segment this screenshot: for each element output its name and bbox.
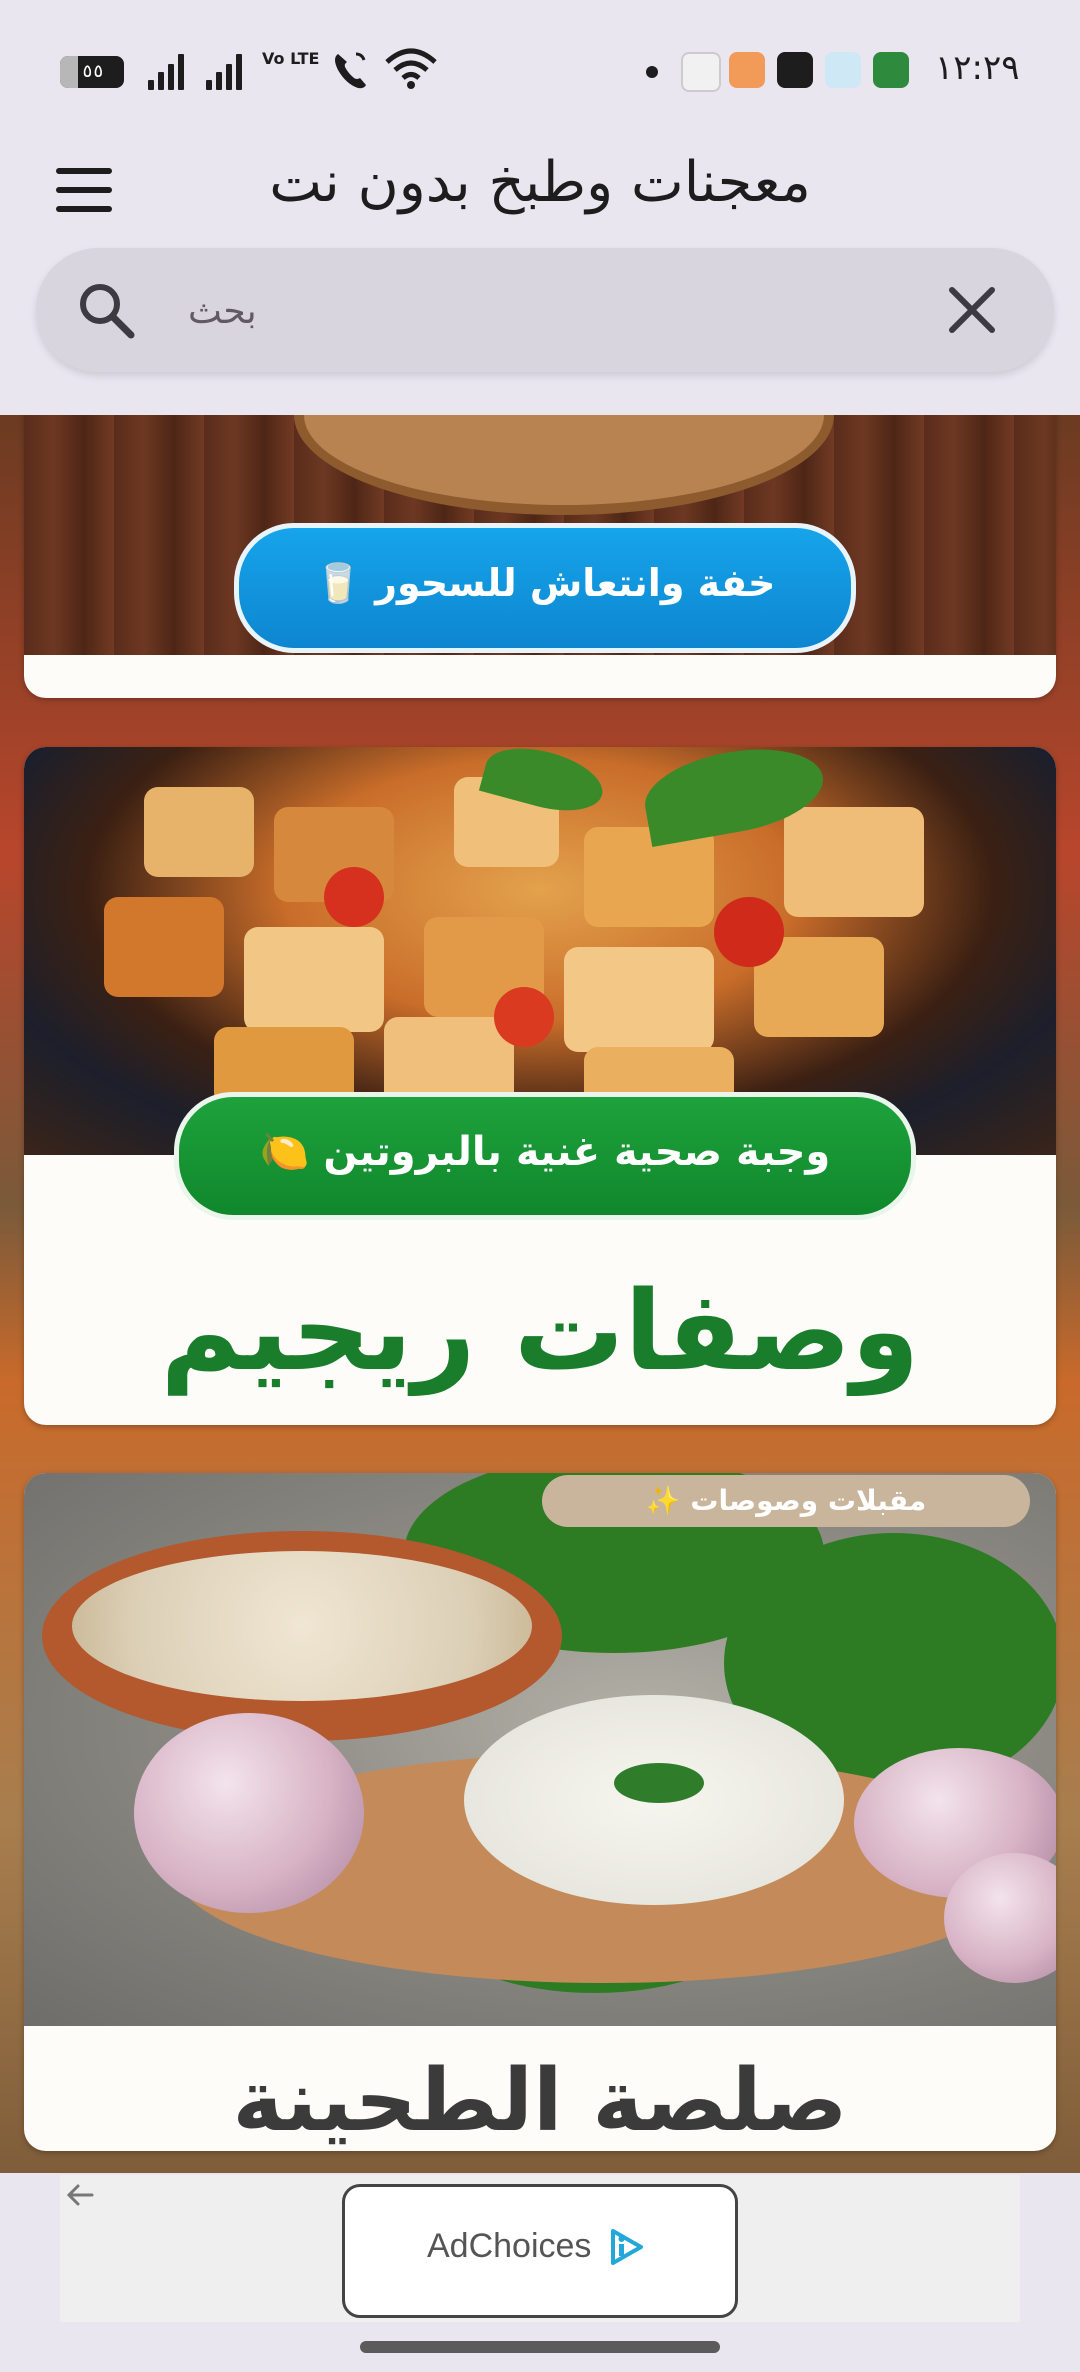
- recipe-caption: صلصة الطحينة: [232, 2051, 848, 2151]
- recipe-image: [24, 1473, 1056, 2026]
- back-arrow-icon[interactable]: [60, 2175, 100, 2215]
- recipe-feed[interactable]: خفة وانتعاش للسحور 🥛 وجبة صحية غنية بالب…: [0, 415, 1080, 2173]
- wifi-calling-icon: [335, 52, 366, 89]
- adchoices-icon: [611, 2229, 643, 2265]
- recipe-caption: وصفات ريجيم: [160, 1267, 920, 1395]
- search-icon[interactable]: [76, 280, 138, 342]
- gallery-app-icon: [729, 52, 765, 88]
- recipe-card[interactable]: خفة وانتعاش للسحور 🥛: [24, 415, 1056, 698]
- herb-garnish: [614, 1763, 704, 1803]
- menu-icon[interactable]: [56, 168, 112, 212]
- search-input[interactable]: [186, 276, 890, 346]
- wifi-icon: [385, 48, 437, 89]
- battery-level: ٥٥: [82, 61, 104, 82]
- adchoices-label: AdChoices: [427, 2227, 592, 2265]
- youtube-app-icon: [777, 52, 813, 88]
- page-title: معجنات وطبخ بدون نت: [269, 150, 811, 215]
- clock-app-icon: [681, 52, 721, 92]
- app-bar: معجنات وطبخ بدون نت: [0, 130, 1080, 375]
- adchoices-button[interactable]: AdChoices: [342, 2184, 738, 2318]
- search-bar[interactable]: [36, 248, 1054, 372]
- mosque-app-icon: [825, 52, 861, 88]
- close-icon[interactable]: [944, 282, 1000, 338]
- ad-banner[interactable]: AdChoices: [60, 2175, 1020, 2322]
- status-bar: ٥٥ Vo LTE ١٢:٢٩: [0, 0, 1080, 130]
- islamic-app-icon: [873, 52, 909, 88]
- recipe-card[interactable]: وجبة صحية غنية بالبروتين 🍋 وصفات ريجيم: [24, 747, 1056, 1425]
- recipe-category-tag: مقبلات وصوصات ✨: [542, 1475, 1030, 1527]
- sesame-seeds: [72, 1551, 532, 1701]
- recipe-card[interactable]: مقبلات وصوصات ✨ صلصة الطحينة: [24, 1473, 1056, 2151]
- battery-icon: ٥٥: [60, 56, 124, 88]
- home-indicator[interactable]: [360, 2341, 720, 2353]
- volte-icon: Vo LTE: [262, 49, 320, 68]
- clock: ١٢:٢٩: [935, 48, 1020, 88]
- signal-icon-2: [206, 52, 246, 90]
- signal-icon-1: [148, 52, 188, 90]
- garlic-bulb: [134, 1713, 364, 1913]
- notification-dot: [646, 66, 658, 78]
- recipe-pill-label: وجبة صحية غنية بالبروتين 🍋: [174, 1092, 916, 1220]
- recipe-pill-label: خفة وانتعاش للسحور 🥛: [234, 523, 856, 653]
